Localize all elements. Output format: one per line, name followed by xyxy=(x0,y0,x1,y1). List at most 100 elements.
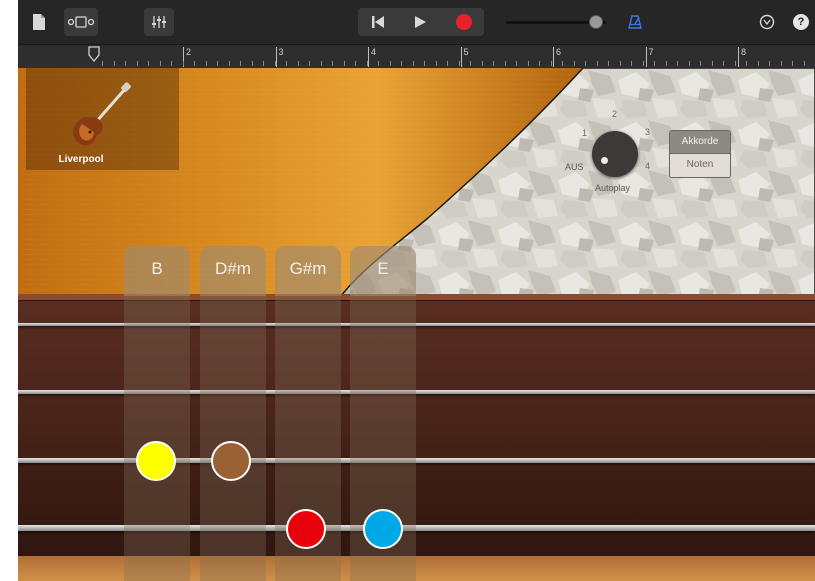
bass-guitar-icon xyxy=(66,82,136,153)
ruler-tick xyxy=(642,61,644,66)
ruler-tick xyxy=(803,61,805,66)
instrument-name: Liverpool xyxy=(58,154,104,165)
ruler-tick xyxy=(757,61,759,66)
ruler-tick xyxy=(665,61,667,66)
ruler-tick xyxy=(251,61,253,66)
ruler-tick xyxy=(297,61,299,66)
ruler-tick xyxy=(504,61,506,66)
autoplay-label: Autoplay xyxy=(595,183,631,193)
ruler-tick xyxy=(171,61,172,66)
ruler-tick xyxy=(688,61,690,66)
ruler-bar-line xyxy=(553,47,554,67)
ruler-tick xyxy=(481,61,483,66)
ruler-bar-line xyxy=(645,47,647,67)
ruler-tick xyxy=(102,61,103,66)
ruler-tick xyxy=(654,61,655,66)
ruler-bar-line xyxy=(275,47,277,67)
ruler-bar-number: 5 xyxy=(463,47,469,57)
chord-label[interactable]: G#m xyxy=(275,246,341,296)
ruler-tick xyxy=(516,61,517,66)
rewind-icon[interactable] xyxy=(364,8,392,36)
toolbar: ? xyxy=(18,0,815,44)
ruler-tick xyxy=(412,61,414,66)
ruler-tick xyxy=(585,61,586,66)
ruler-bar-line xyxy=(738,47,739,67)
ruler-tick xyxy=(734,61,736,66)
ruler-tick xyxy=(458,61,460,66)
ruler-tick xyxy=(194,61,195,66)
ruler-tick xyxy=(470,61,471,66)
ruler-tick xyxy=(286,61,287,66)
volume-knob[interactable] xyxy=(589,15,603,29)
chord-label[interactable]: B xyxy=(124,246,190,296)
notes-mode-button[interactable]: Noten xyxy=(670,154,730,177)
ruler-tick xyxy=(527,61,529,66)
ruler-bar-number: 6 xyxy=(556,47,562,57)
ruler-tick xyxy=(619,61,621,66)
autoplay-off-label[interactable]: AUS xyxy=(565,162,584,172)
ruler-tick xyxy=(769,61,770,66)
timeline-ruler[interactable]: 2 3 4 5 6 7 8 xyxy=(18,44,815,69)
ruler-tick xyxy=(401,61,402,66)
ruler-bar-number: 4 xyxy=(371,47,377,57)
ruler-tick xyxy=(447,61,448,66)
metronome-icon[interactable] xyxy=(624,8,646,36)
ruler-tick xyxy=(148,61,149,66)
autoplay-position-4[interactable]: 4 xyxy=(645,161,650,171)
ruler-tick xyxy=(389,61,391,66)
marker-brown xyxy=(211,441,251,481)
ruler-tick xyxy=(217,61,218,66)
autoplay-knob[interactable] xyxy=(592,131,638,177)
ruler-tick xyxy=(700,61,701,66)
document-icon[interactable] xyxy=(28,8,50,36)
ruler-tick xyxy=(378,61,379,66)
ruler-tick xyxy=(159,61,161,66)
record-icon[interactable] xyxy=(450,8,478,36)
chord-strip-b[interactable]: B xyxy=(124,246,190,581)
autoplay-position-3[interactable]: 3 xyxy=(645,127,650,137)
ruler-tick xyxy=(125,61,126,66)
chord-label[interactable]: E xyxy=(350,246,416,296)
ruler-tick xyxy=(366,61,368,66)
ruler-tick xyxy=(355,61,356,66)
marker-yellow xyxy=(136,441,176,481)
mixer-icon[interactable] xyxy=(144,8,174,36)
ruler-tick xyxy=(493,61,494,66)
ruler-tick xyxy=(309,61,310,66)
ruler-tick xyxy=(136,61,138,66)
chord-label[interactable]: D#m xyxy=(200,246,266,296)
chord-strip-d-sharp-minor[interactable]: D#m xyxy=(200,246,266,581)
ruler-tick xyxy=(711,61,713,66)
ruler-tick xyxy=(723,61,724,66)
ruler-tick xyxy=(792,61,793,66)
ruler-tick xyxy=(631,61,632,66)
autoplay-position-1[interactable]: 1 xyxy=(582,128,587,138)
ruler-bar-number: 7 xyxy=(648,47,654,57)
ruler-tick xyxy=(274,61,276,66)
ruler-tick xyxy=(435,61,437,66)
ruler-tick xyxy=(343,61,345,66)
ruler-tick xyxy=(539,61,540,66)
ruler-tick xyxy=(608,61,609,66)
instrument-selector[interactable]: Liverpool xyxy=(26,68,179,170)
tracks-view-icon[interactable] xyxy=(64,8,98,36)
ruler-bar-line xyxy=(460,47,462,67)
play-icon[interactable] xyxy=(406,8,434,36)
ruler-tick xyxy=(113,61,115,66)
ruler-bar-number: 8 xyxy=(741,47,747,57)
ruler-tick xyxy=(780,61,782,66)
chords-mode-button[interactable]: Akkorde xyxy=(670,131,730,154)
settings-icon[interactable] xyxy=(756,8,778,36)
autoplay-position-2[interactable]: 2 xyxy=(612,109,617,119)
chords-notes-switch[interactable]: Akkorde Noten xyxy=(669,130,731,178)
ruler-tick xyxy=(550,61,552,66)
help-icon[interactable]: ? xyxy=(792,8,810,36)
marker-red xyxy=(286,509,326,549)
master-volume-slider[interactable] xyxy=(506,15,606,29)
ruler-tick xyxy=(424,61,425,66)
ruler-tick xyxy=(205,61,207,66)
marker-blue xyxy=(363,509,403,549)
ruler-tick xyxy=(320,61,322,66)
ruler-tick xyxy=(746,61,747,66)
help-button-label: ? xyxy=(793,14,809,30)
